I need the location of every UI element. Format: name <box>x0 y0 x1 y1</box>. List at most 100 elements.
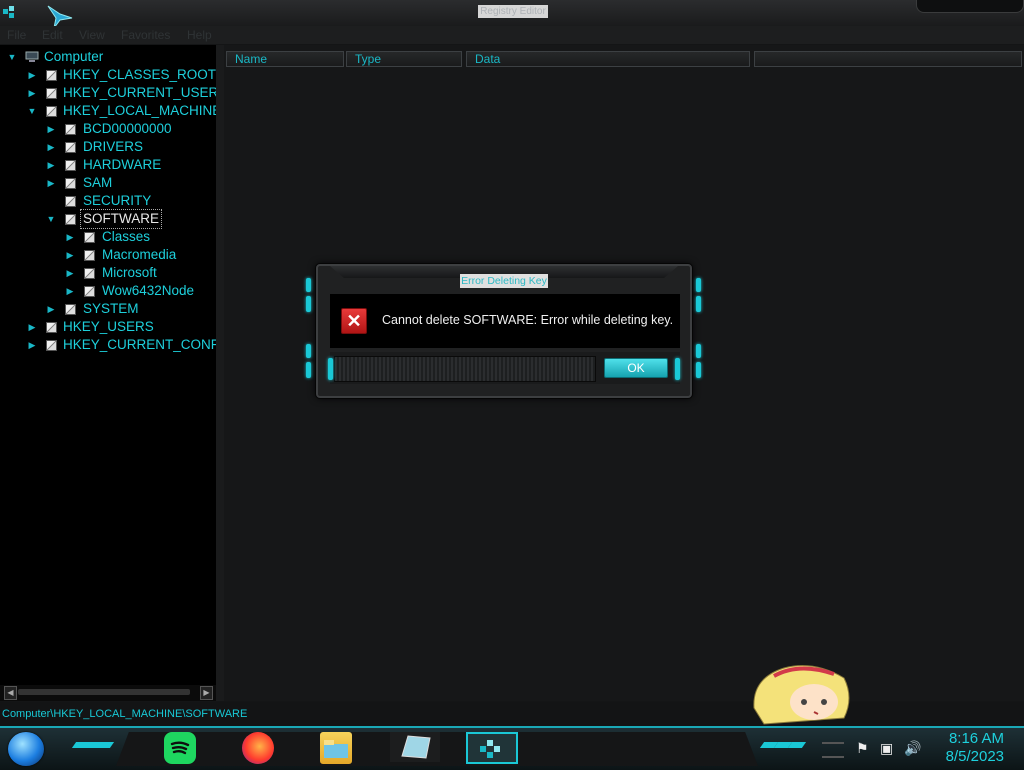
dialog-body: ✕ Cannot delete SOFTWARE: Error while de… <box>330 294 680 348</box>
firefox-icon[interactable] <box>242 732 274 764</box>
registry-key-icon <box>46 88 57 99</box>
list-header: Name Type Data <box>224 51 1024 69</box>
tree-item-label: Classes <box>102 229 151 244</box>
tree-item-label: Microsoft <box>102 265 157 280</box>
expand-icon[interactable]: ▶ <box>64 282 76 300</box>
glow-accent <box>306 362 311 378</box>
expand-icon[interactable]: ▶ <box>64 264 76 282</box>
volume-icon[interactable]: 🔊 <box>904 740 921 757</box>
tree-item-label: BCD00000000 <box>83 121 172 136</box>
network-icon[interactable]: ▣ <box>880 740 893 757</box>
expand-icon[interactable]: ▶ <box>45 138 57 156</box>
tree-item-label: Computer <box>44 49 104 64</box>
collapse-icon[interactable]: ▼ <box>6 48 18 66</box>
registry-editor-icon[interactable] <box>466 732 518 764</box>
expand-icon[interactable]: ▶ <box>26 66 38 84</box>
registry-key-icon <box>84 250 95 261</box>
expand-icon[interactable]: ▶ <box>45 300 57 318</box>
file-explorer-icon[interactable] <box>320 732 352 764</box>
error-message: Cannot delete SOFTWARE: Error while dele… <box>382 313 674 327</box>
glow-accent <box>696 278 701 292</box>
error-icon: ✕ <box>341 308 367 334</box>
column-header-name[interactable]: Name <box>226 51 344 67</box>
collapse-icon[interactable]: ▼ <box>26 102 38 120</box>
menu-view[interactable]: View <box>79 27 105 43</box>
tree-item-label-selected: SOFTWARE <box>80 209 162 229</box>
ok-button[interactable]: OK <box>604 358 668 378</box>
tree-item-label: SYSTEM <box>83 301 139 316</box>
glow-accent <box>696 344 701 358</box>
registry-key-icon <box>65 178 76 189</box>
tree-horizontal-scrollbar[interactable]: ◀ ▶ <box>0 685 216 701</box>
error-dialog: Error Deleting Key ✕ Cannot delete SOFTW… <box>306 264 701 398</box>
computer-icon <box>25 51 39 62</box>
tree-item-label: Macromedia <box>102 247 177 262</box>
pane-splitter[interactable] <box>216 45 224 701</box>
collapse-icon[interactable]: ▼ <box>45 210 57 228</box>
expand-icon[interactable]: ▶ <box>64 228 76 246</box>
scroll-right-icon[interactable]: ▶ <box>200 686 213 700</box>
expand-icon[interactable]: ▶ <box>64 246 76 264</box>
tree-item-label: HKEY_CURRENT_USER <box>63 85 216 100</box>
registry-key-icon <box>65 214 76 225</box>
start-button[interactable] <box>8 732 44 766</box>
registry-key-icon <box>65 196 76 207</box>
glow-accent <box>696 296 701 312</box>
registry-key-icon <box>65 304 76 315</box>
menu-file[interactable]: File <box>7 27 26 43</box>
expand-icon[interactable]: ▶ <box>26 84 38 102</box>
window-title: Registry Editor <box>478 5 548 18</box>
tree-item-label: Wow6432Node <box>102 283 195 298</box>
slate-icon[interactable] <box>390 732 440 762</box>
dialog-button-bar: OK <box>328 352 680 384</box>
spotify-icon[interactable] <box>164 732 196 764</box>
menu-bar: File Edit View Favorites Help <box>0 26 1024 44</box>
column-header-empty[interactable] <box>754 51 1022 67</box>
glow-accent <box>306 296 311 312</box>
glow-accent <box>675 358 680 380</box>
tree-item-label: DRIVERS <box>83 139 144 154</box>
registry-tree[interactable]: ▼ Computer ▶ HKEY_CLASSES_ROOT ▶ HKEY_CU… <box>0 45 216 685</box>
window-controls[interactable] <box>916 0 1024 13</box>
scrollbar-thumb[interactable] <box>18 689 190 695</box>
expand-icon[interactable]: ▶ <box>45 156 57 174</box>
expand-icon[interactable]: ▶ <box>45 120 57 138</box>
title-bar: Registry Editor <box>0 0 1024 29</box>
registry-key-icon <box>84 268 95 279</box>
glow-accent <box>328 358 333 380</box>
character-sticker-image <box>753 665 850 725</box>
registry-key-icon <box>65 142 76 153</box>
registry-key-icon <box>84 232 95 243</box>
column-header-type[interactable]: Type <box>346 51 462 67</box>
glow-accent <box>306 278 311 292</box>
menu-favorites[interactable]: Favorites <box>121 27 170 43</box>
glow-accent <box>306 344 311 358</box>
action-center-flag-icon[interactable]: ⚑ <box>856 740 869 757</box>
status-bar: Computer\HKEY_LOCAL_MACHINE\SOFTWARE <box>0 702 1024 726</box>
registry-key-icon <box>65 124 76 135</box>
tree-item-label: SAM <box>83 175 113 190</box>
menu-edit[interactable]: Edit <box>42 27 63 43</box>
show-desktop-icon[interactable] <box>822 742 844 758</box>
registry-editor-icon[interactable] <box>2 4 18 20</box>
expand-icon[interactable]: ▶ <box>45 174 57 192</box>
tree-item-label: HKEY_CLASSES_ROOT <box>63 67 216 82</box>
taskbar-decoration <box>95 742 115 748</box>
scroll-left-icon[interactable]: ◀ <box>4 686 17 700</box>
tree-item-label: HKEY_CURRENT_CONFI <box>63 337 216 352</box>
clock-date[interactable]: 8/5/2023 <box>940 748 1004 765</box>
dialog-title: Error Deleting Key <box>460 274 548 288</box>
menu-help[interactable]: Help <box>187 27 212 43</box>
glow-accent <box>696 362 701 378</box>
column-header-data[interactable]: Data <box>466 51 750 67</box>
registry-key-icon <box>84 286 95 297</box>
clock-time[interactable]: 8:16 AM <box>940 730 1004 747</box>
taskbar-decoration <box>787 742 807 748</box>
registry-key-icon <box>65 160 76 171</box>
status-path: Computer\HKEY_LOCAL_MACHINE\SOFTWARE <box>2 708 248 720</box>
registry-key-icon <box>46 340 57 351</box>
expand-icon[interactable]: ▶ <box>26 318 38 336</box>
expand-icon[interactable]: ▶ <box>26 336 38 354</box>
taskbar: ⚑ ▣ 🔊 8:16 AM 8/5/2023 <box>0 726 1024 770</box>
dialog-track <box>334 356 596 382</box>
